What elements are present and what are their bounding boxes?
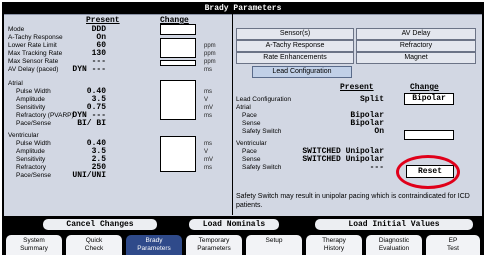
param-unit-v-sensitivity: mV: [204, 157, 213, 163]
lead-configuration-label: Lead Configuration: [236, 96, 291, 103]
nav-label-line2: Check: [84, 245, 104, 252]
ventricular-safety-switch-value: ---: [369, 163, 384, 172]
param-label-a-pulse-width: Pulse Width: [16, 88, 51, 95]
nav-label-line1: Therapy: [322, 237, 346, 244]
tab-a-tachy-response[interactable]: A-Tachy Response: [236, 40, 354, 52]
nav-label-line2: History: [323, 245, 345, 252]
param-label-v-pulse-width: Pulse Width: [16, 140, 51, 147]
nav-label-line1: Brady: [145, 237, 163, 244]
load-initial-values-button[interactable]: Load Initial Values: [314, 218, 474, 231]
tab-sensors[interactable]: Sensor(s): [236, 28, 354, 40]
right-ventricular-label: Ventricular: [236, 140, 267, 147]
atrial-safety-switch-value: On: [374, 127, 384, 136]
present-column-header: Present: [86, 16, 120, 25]
param-label-max-tracking: Max Tracking Rate: [8, 50, 63, 57]
param-label-v-pace-sense: Pace/Sense: [16, 172, 52, 179]
lead-configuration-value: Split: [359, 95, 384, 104]
mode-change-field[interactable]: [160, 24, 196, 35]
atrial-sense-label: Sense: [242, 120, 261, 127]
nav-label-line1: Setup: [265, 237, 283, 244]
nav-tab-brady-parameters[interactable]: Brady Parameters: [126, 235, 182, 255]
nav-tab-quick-check[interactable]: Quick Check: [66, 235, 122, 255]
param-unit-a-pulse-width: ms: [204, 89, 212, 95]
ventricular-pace-label: Pace: [242, 148, 257, 155]
param-value-v-pace-sense: UNI/UNI: [72, 171, 106, 180]
nav-tab-therapy-history[interactable]: Therapy History: [306, 235, 362, 255]
param-label-v-refractory: Refractory: [16, 164, 46, 171]
tab-rate-enhancements[interactable]: Rate Enhancements: [236, 52, 354, 64]
nav-label-line2: Parameters: [137, 245, 171, 252]
nav-label-line1: EP: [448, 237, 458, 244]
param-label-max-sensor: Max Sensor Rate: [8, 58, 59, 65]
param-unit-v-pulse-width: ms: [204, 141, 212, 147]
panel-divider: [232, 14, 233, 215]
nav-tab-temporary-parameters[interactable]: Temporary Parameters: [186, 235, 242, 255]
safety-switch-warning: Safety Switch may result in unipolar pac…: [236, 193, 470, 209]
param-unit-a-refractory: ms: [204, 113, 212, 119]
param-unit-max-tracking: ppm: [204, 51, 216, 57]
sensor-rate-change-field[interactable]: [160, 60, 196, 66]
param-label-v-amplitude: Amplitude: [16, 148, 45, 155]
nav-label-line1: System: [23, 237, 45, 244]
window-title: Brady Parameters: [4, 4, 482, 14]
right-present-header: Present: [340, 83, 374, 92]
nav-tab-diagnostic-evaluation[interactable]: Diagnostic Evaluation: [366, 235, 422, 255]
atrial-section-label: Atrial: [8, 80, 23, 87]
nav-label-line2: Parameters: [197, 245, 231, 252]
rate-change-field[interactable]: [160, 38, 196, 58]
ventricular-safety-switch-label: Safety Switch: [242, 164, 282, 171]
nav-label-line2: Summary: [20, 245, 48, 252]
atrial-pace-label: Pace: [242, 112, 257, 119]
cancel-changes-button[interactable]: Cancel Changes: [42, 218, 158, 231]
param-label-a-sensitivity: Sensitivity: [16, 104, 46, 111]
nav-label-line1: Quick: [85, 237, 103, 244]
right-change-header: Change: [410, 83, 439, 92]
param-unit-av-delay: ms: [204, 67, 212, 73]
right-atrial-label: Atrial: [236, 104, 251, 111]
param-unit-a-amplitude: V: [204, 97, 209, 103]
tab-lead-configuration[interactable]: Lead Configuration: [252, 66, 352, 78]
param-value-av-delay: DYN ---: [72, 65, 106, 74]
param-label-av-delay: AV Delay (paced): [8, 66, 59, 73]
nav-tab-setup[interactable]: Setup: [246, 235, 302, 255]
ventricular-sense-label: Sense: [242, 156, 261, 163]
param-unit-lower-rate: ppm: [204, 43, 216, 49]
param-unit-max-sensor: ppm: [204, 59, 216, 65]
nav-tab-ep-test[interactable]: EP Test: [426, 235, 480, 255]
param-label-a-amplitude: Amplitude: [16, 96, 45, 103]
param-label-v-sensitivity: Sensitivity: [16, 156, 46, 163]
param-value-a-pace-sense: BI/ BI: [77, 119, 106, 128]
ventricular-change-field[interactable]: [160, 136, 196, 172]
param-label-a-refractory: Refractory (PVARP): [16, 112, 74, 119]
atrial-safety-switch-label: Safety Switch: [242, 128, 282, 135]
nav-label-line1: Temporary: [198, 237, 230, 244]
param-label-a-tachy: A-Tachy Response: [8, 34, 63, 41]
nav-label-line2: Evaluation: [378, 245, 410, 252]
nav-label-line1: Diagnostic: [378, 237, 410, 244]
tab-refractory[interactable]: Refractory: [356, 40, 476, 52]
param-unit-v-amplitude: V: [204, 149, 209, 155]
ventricular-section-label: Ventricular: [8, 132, 39, 139]
param-label-a-pace-sense: Pace/Sense: [16, 120, 52, 127]
nav-label-line2: Test: [447, 245, 459, 252]
reset-highlight-ring: [396, 155, 460, 189]
tab-av-delay[interactable]: AV Delay: [356, 28, 476, 40]
param-unit-v-refractory: ms: [204, 165, 212, 171]
param-unit-a-sensitivity: mV: [204, 105, 213, 111]
tab-magnet[interactable]: Magnet: [356, 52, 476, 64]
nav-tab-system-summary[interactable]: System Summary: [6, 235, 62, 255]
atrial-change-field[interactable]: [160, 80, 196, 120]
atrial-safety-change-field[interactable]: [404, 130, 454, 140]
param-label-mode: Mode: [8, 26, 25, 33]
load-nominals-button[interactable]: Load Nominals: [188, 218, 280, 231]
param-label-lower-rate: Lower Rate Limit: [8, 42, 57, 49]
lead-configuration-change-field[interactable]: Bipolar: [404, 93, 454, 105]
